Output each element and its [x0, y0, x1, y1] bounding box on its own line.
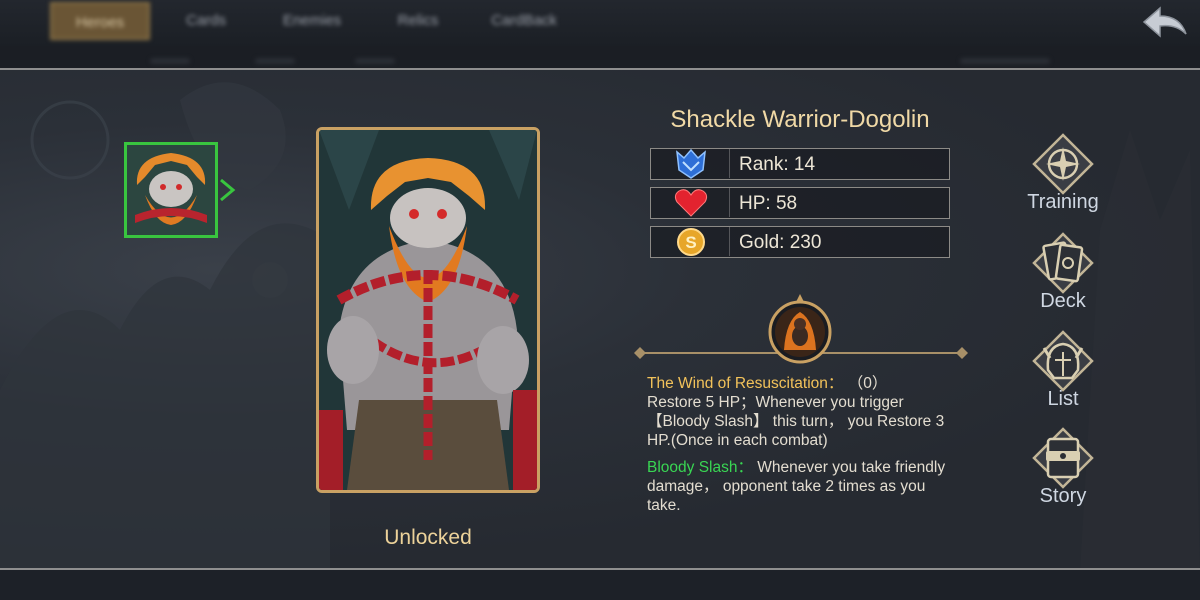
divider-cap-left	[634, 347, 646, 359]
tab-heroes[interactable]: Heroes	[50, 2, 150, 40]
menu-deck-label: Deck	[1040, 290, 1086, 312]
back-arrow-icon[interactable]	[1140, 4, 1190, 42]
menu-training-label: Training	[1027, 191, 1099, 213]
menu-list-button[interactable]: List	[1018, 330, 1108, 411]
top-tab-bar: Heroes Cards Enemies Relics CardBack	[0, 0, 1200, 46]
hero-name: Shackle Warrior-Dogolin	[670, 106, 930, 133]
dwarf-portrait-icon	[127, 145, 215, 235]
stat-divider	[729, 227, 730, 256]
menu-deck-button[interactable]: Deck	[1018, 232, 1108, 313]
tab-list: Heroes Cards Enemies Relics CardBack	[50, 2, 580, 42]
stat-divider	[729, 188, 730, 217]
menu-story-label: Story	[1039, 485, 1087, 507]
tab-cardback[interactable]: CardBack	[474, 2, 574, 40]
tab-enemies[interactable]: Enemies	[262, 2, 362, 40]
stat-hp: HP: 58	[650, 187, 950, 219]
divider-cap-right	[956, 347, 968, 359]
hero-card-art	[316, 127, 540, 493]
stat-hp-label: HP: 58	[739, 193, 798, 214]
skill-emblem-icon	[768, 294, 832, 364]
menu-story-button[interactable]: Story	[1018, 427, 1108, 508]
cards-icon	[1032, 232, 1094, 294]
tab-relics[interactable]: Relics	[368, 2, 468, 40]
menu-training-button[interactable]: Training	[1018, 133, 1108, 214]
blurred-filter	[255, 58, 295, 64]
hero-thumbnail-selected[interactable]	[124, 142, 218, 238]
stat-gold: S Gold: 230	[650, 226, 950, 258]
book-icon	[1032, 427, 1094, 489]
skill-list: The Wind of Resuscitation： （0） Restore 5…	[647, 374, 957, 523]
stat-rank: Rank: 14	[650, 148, 950, 180]
blurred-filter	[150, 58, 190, 64]
svg-text:S: S	[685, 233, 696, 252]
compass-icon	[1032, 133, 1094, 195]
skill-title: The Wind of Resuscitation：	[647, 375, 844, 392]
gold-coin-icon: S	[677, 228, 705, 256]
blurred-filter	[960, 58, 1050, 64]
skill-description: Restore 5 HP；Whenever you trigger【Bloody…	[647, 394, 945, 449]
helmet-icon	[1032, 330, 1094, 392]
menu-list-label: List	[1047, 388, 1079, 410]
heart-icon	[674, 189, 708, 217]
skill-count: （0）	[843, 375, 888, 392]
bottom-bar	[0, 570, 1200, 600]
hero-status: Unlocked	[384, 526, 472, 549]
selected-arrow-icon	[220, 178, 236, 202]
skill-entry: Bloody Slash： Whenever you take friendly…	[647, 458, 957, 515]
tab-cards[interactable]: Cards	[156, 2, 256, 40]
blurred-filter	[355, 58, 395, 64]
rank-icon	[676, 148, 706, 179]
skill-title: Bloody Slash：	[647, 459, 753, 476]
skill-entry: The Wind of Resuscitation： （0） Restore 5…	[647, 374, 957, 450]
stat-gold-label: Gold: 230	[739, 232, 822, 253]
sub-filter-bar	[0, 46, 1200, 68]
stat-rank-label: Rank: 14	[739, 154, 816, 175]
dwarf-warrior-illustration	[319, 130, 537, 490]
stat-divider	[729, 149, 730, 178]
